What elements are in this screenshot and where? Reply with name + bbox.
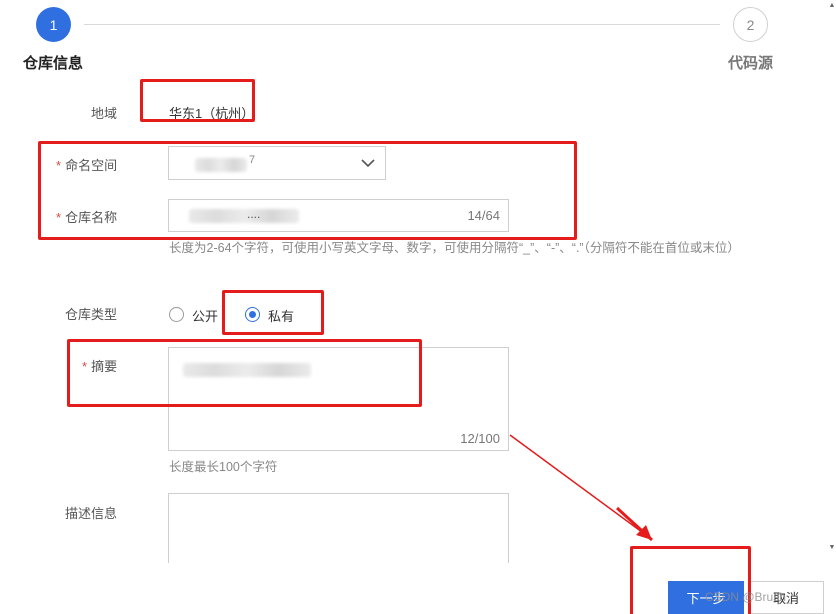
annotation-arrow — [509, 434, 654, 542]
watermark: CSDN @Brush_ — [705, 590, 793, 604]
scrollbar[interactable]: ▲ ▼ — [828, 0, 836, 614]
